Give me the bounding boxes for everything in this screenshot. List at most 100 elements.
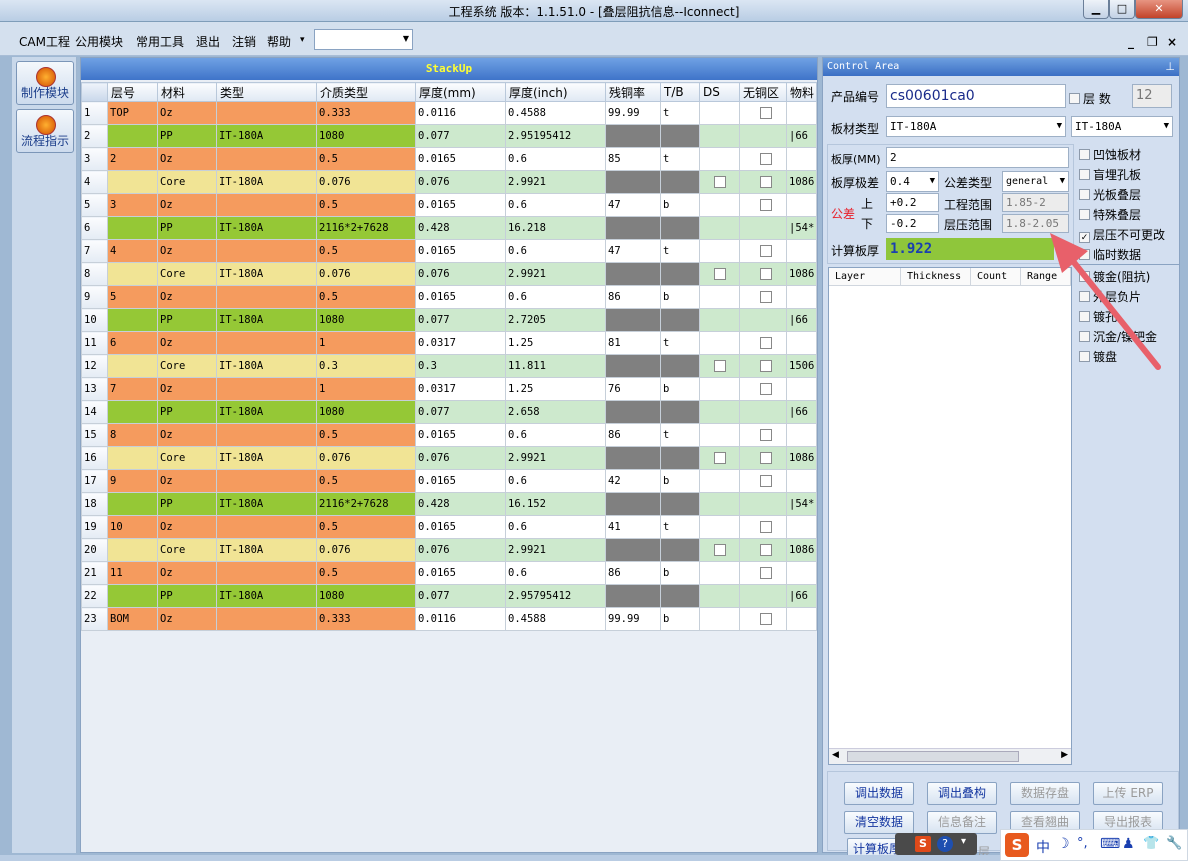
row-number[interactable]: 11 <box>81 331 108 355</box>
table-cell[interactable] <box>786 285 817 309</box>
table-cell[interactable] <box>216 193 317 217</box>
table-cell[interactable]: 16.218 <box>505 216 606 240</box>
checkbox[interactable] <box>760 176 772 188</box>
list-header-layer[interactable]: Layer <box>829 268 901 286</box>
table-cell[interactable]: t <box>660 331 700 355</box>
column-header[interactable]: 介质类型 <box>316 82 416 102</box>
table-cell[interactable]: 0.3 <box>415 354 506 378</box>
production-module-button[interactable]: 制作模块 <box>16 61 74 105</box>
table-cell[interactable]: Oz <box>157 147 217 171</box>
table-cell[interactable]: b <box>660 285 700 309</box>
table-cell[interactable] <box>660 262 700 286</box>
table-cell[interactable]: 1080 <box>316 400 416 424</box>
table-cell[interactable] <box>699 423 740 447</box>
checkbox[interactable] <box>760 245 772 257</box>
table-cell[interactable] <box>107 492 158 516</box>
table-cell[interactable]: Oz <box>157 561 217 585</box>
table-cell[interactable]: IT-180A <box>216 124 317 148</box>
option-checkbox[interactable]: 盲埋孔板 <box>1079 166 1141 183</box>
table-cell[interactable]: 1.25 <box>505 377 606 401</box>
action-button[interactable]: 上传 ERP <box>1093 782 1163 805</box>
skin-icon[interactable]: 👕 <box>1143 836 1159 851</box>
table-cell[interactable]: 3 <box>107 193 158 217</box>
table-cell[interactable]: Oz <box>157 607 217 631</box>
table-cell[interactable] <box>660 308 700 332</box>
table-cell[interactable] <box>786 331 817 355</box>
table-row[interactable]: 23 BOM Oz 0.333 0.0116 0.4588 99.99 b <box>81 607 817 631</box>
table-row[interactable]: 17 9 Oz 0.5 0.0165 0.6 42 b <box>81 469 817 493</box>
scroll-right-icon[interactable]: ▶ <box>1061 750 1068 760</box>
row-number[interactable]: 10 <box>81 308 108 332</box>
table-cell[interactable] <box>739 423 787 447</box>
table-cell[interactable] <box>107 262 158 286</box>
checkbox[interactable] <box>714 452 726 464</box>
table-cell[interactable]: 9 <box>107 469 158 493</box>
table-cell[interactable]: 1086 <box>786 262 817 286</box>
table-cell[interactable]: 2 <box>107 147 158 171</box>
table-cell[interactable]: IT-180A <box>216 446 317 470</box>
table-cell[interactable]: 0.0165 <box>415 147 506 171</box>
table-cell[interactable]: 85 <box>605 147 661 171</box>
table-cell[interactable] <box>107 216 158 240</box>
table-cell[interactable] <box>699 492 740 516</box>
table-cell[interactable]: IT-180A <box>216 216 317 240</box>
table-cell[interactable] <box>699 354 740 378</box>
user-icon[interactable]: ♟ <box>1122 836 1135 852</box>
table-cell[interactable] <box>786 607 817 631</box>
table-cell[interactable]: IT-180A <box>216 538 317 562</box>
table-cell[interactable]: Oz <box>157 469 217 493</box>
table-cell[interactable]: 0.076 <box>415 446 506 470</box>
table-cell[interactable]: 0.6 <box>505 239 606 263</box>
checkbox[interactable] <box>714 268 726 280</box>
table-cell[interactable]: 5 <box>107 285 158 309</box>
table-cell[interactable]: 4 <box>107 239 158 263</box>
table-cell[interactable] <box>739 193 787 217</box>
table-cell[interactable] <box>605 354 661 378</box>
toolbar-combo[interactable]: ▼ <box>314 29 413 50</box>
table-cell[interactable] <box>699 377 740 401</box>
scroll-left-icon[interactable]: ◀ <box>832 750 839 760</box>
table-row[interactable]: 11 6 Oz 1 0.0317 1.25 81 t <box>81 331 817 355</box>
table-cell[interactable]: Core <box>157 354 217 378</box>
sogou-icon[interactable]: S <box>915 836 931 852</box>
column-header[interactable]: DS <box>699 82 740 102</box>
column-header[interactable]: 物料 <box>786 82 817 102</box>
keyboard-icon[interactable]: ⌨ <box>1100 836 1120 852</box>
table-cell[interactable] <box>739 124 787 148</box>
checkbox[interactable] <box>760 268 772 280</box>
table-cell[interactable] <box>107 400 158 424</box>
row-number[interactable]: 21 <box>81 561 108 585</box>
table-row[interactable]: 7 4 Oz 0.5 0.0165 0.6 47 t <box>81 239 817 263</box>
table-cell[interactable] <box>739 216 787 240</box>
table-cell[interactable] <box>699 147 740 171</box>
table-row[interactable]: 14 PP IT-180A 1080 0.077 2.658 |66 <box>81 400 817 424</box>
table-cell[interactable]: 99.99 <box>605 101 661 125</box>
menu-common-modules[interactable]: 公用模块 <box>75 33 123 50</box>
table-cell[interactable] <box>739 101 787 125</box>
table-cell[interactable] <box>739 515 787 539</box>
table-cell[interactable] <box>660 492 700 516</box>
table-cell[interactable] <box>660 124 700 148</box>
layer-thickness-list[interactable]: Layer Thickness Count Range ◀ ▶ <box>828 267 1072 765</box>
table-cell[interactable] <box>699 170 740 194</box>
row-number[interactable]: 16 <box>81 446 108 470</box>
table-cell[interactable]: TOP <box>107 101 158 125</box>
table-cell[interactable]: 0.077 <box>415 308 506 332</box>
table-cell[interactable]: PP <box>157 584 217 608</box>
row-number[interactable]: 1 <box>81 101 108 125</box>
table-row[interactable]: 20 Core IT-180A 0.076 0.076 2.9921 1086 <box>81 538 817 562</box>
table-cell[interactable]: PP <box>157 124 217 148</box>
table-cell[interactable]: 0.0165 <box>415 193 506 217</box>
table-cell[interactable] <box>107 354 158 378</box>
menu-common-tools[interactable]: 常用工具 <box>136 33 184 50</box>
row-number[interactable]: 17 <box>81 469 108 493</box>
table-row[interactable]: 5 3 Oz 0.5 0.0165 0.6 47 b <box>81 193 817 217</box>
checkbox[interactable] <box>760 107 772 119</box>
row-number[interactable]: 13 <box>81 377 108 401</box>
table-cell[interactable] <box>699 308 740 332</box>
action-button[interactable]: 信息备注 <box>927 811 997 834</box>
table-cell[interactable] <box>605 492 661 516</box>
thickness-field[interactable]: 2 <box>886 147 1069 168</box>
table-cell[interactable]: b <box>660 377 700 401</box>
table-cell[interactable]: Oz <box>157 515 217 539</box>
